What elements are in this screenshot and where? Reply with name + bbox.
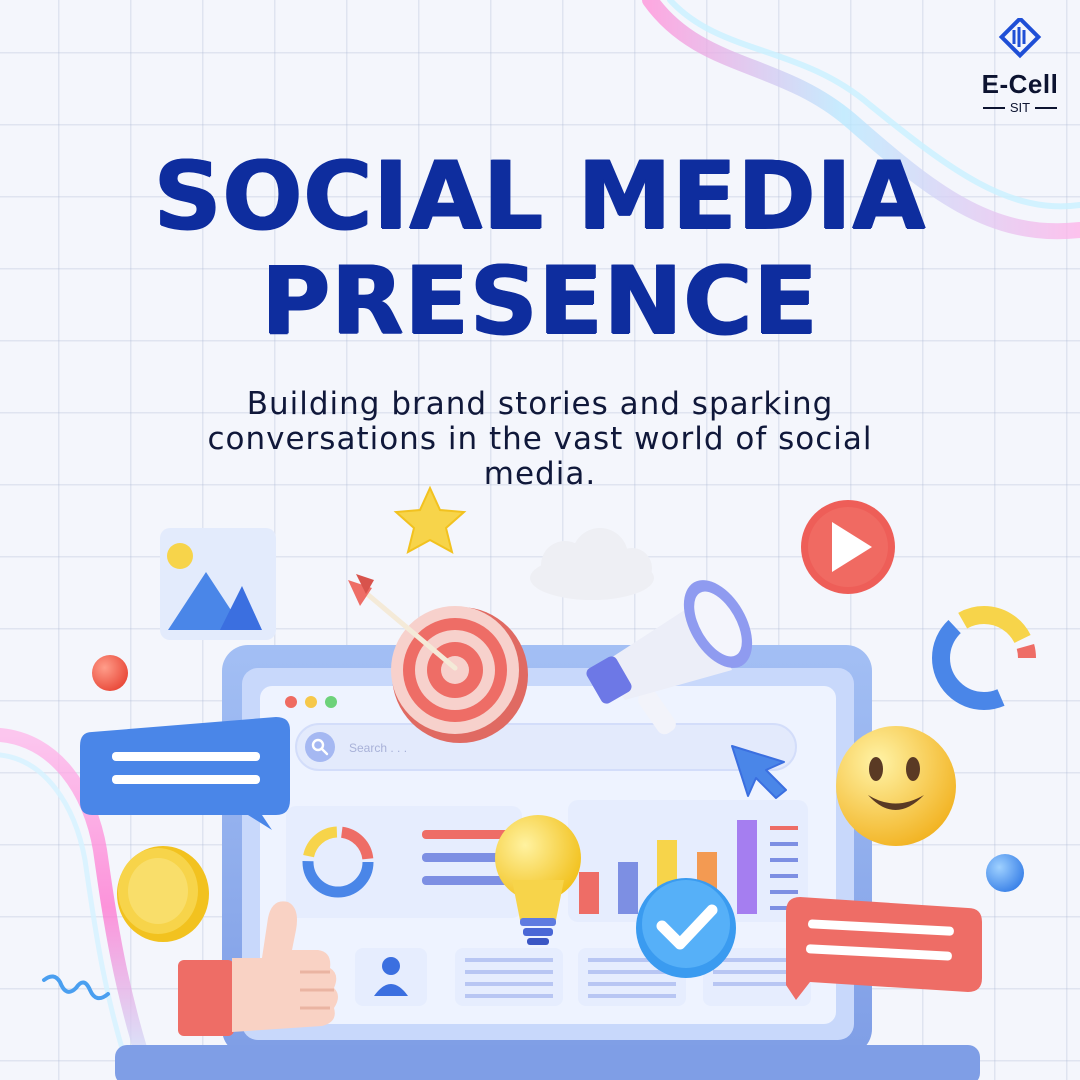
target-icon <box>391 606 528 743</box>
red-ball-icon <box>92 655 128 691</box>
window-dot-yellow <box>305 696 317 708</box>
cloud-icon <box>530 528 654 600</box>
star-icon <box>393 485 467 554</box>
search-bar[interactable]: Search . . . <box>295 723 797 771</box>
squiggle-icon <box>42 974 110 1001</box>
donut-chart-icon <box>932 606 1036 710</box>
image-icon <box>160 528 276 640</box>
window-dot-red <box>285 696 297 708</box>
text-line <box>588 994 676 998</box>
blue-ball-icon <box>986 854 1024 892</box>
search-placeholder: Search . . . <box>349 741 407 755</box>
checkmark-badge-icon <box>636 878 736 978</box>
smiley-emoji-icon <box>836 726 956 846</box>
text-line <box>465 970 553 974</box>
text-line <box>465 958 553 962</box>
search-icon <box>305 732 335 762</box>
laptop-keyboard-base <box>115 1045 980 1080</box>
text-line <box>465 994 553 998</box>
text-line <box>465 982 553 986</box>
chat-bubble-blue-icon <box>80 717 290 830</box>
profile-card <box>355 948 427 1006</box>
coin-icon <box>117 846 209 942</box>
play-button-icon <box>801 500 895 594</box>
poster: E-Cell SIT SOCIAL MEDIA PRESENCE Buildin… <box>0 0 1080 1080</box>
text-line <box>588 982 676 986</box>
social-media-illustration: Search . . . <box>42 485 1036 1080</box>
window-dot-green <box>325 696 337 708</box>
